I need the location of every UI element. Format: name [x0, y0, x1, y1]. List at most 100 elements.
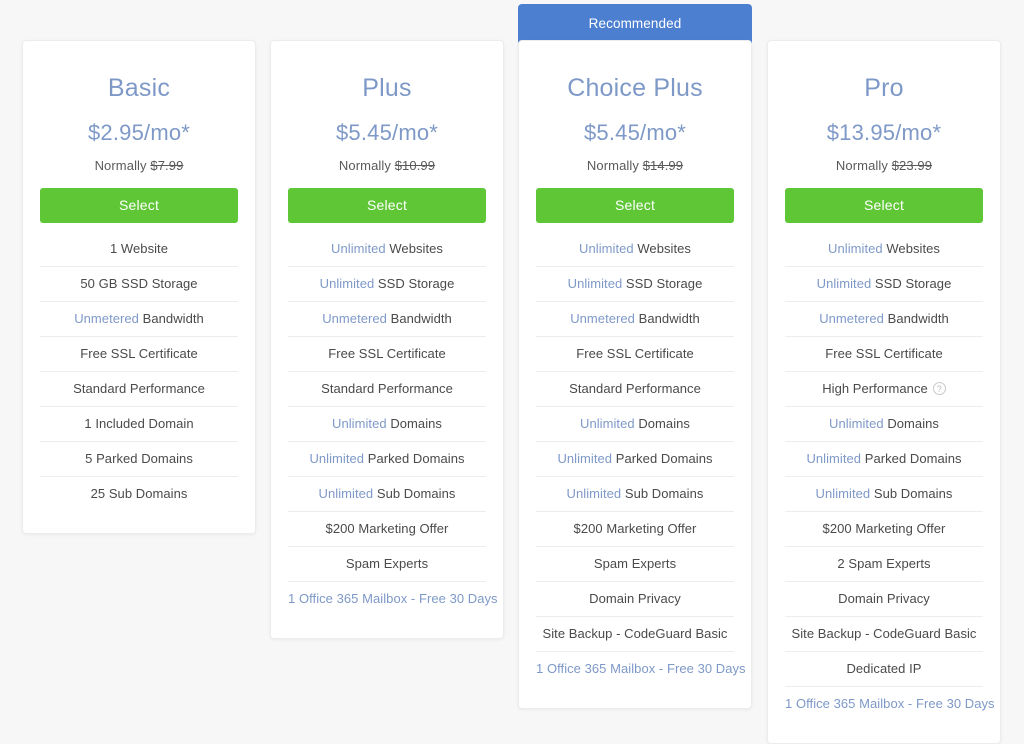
- feature-label: $200 Marketing Offer: [822, 520, 946, 536]
- feature-highlight: Unlimited: [806, 450, 862, 466]
- feature-item: Unlimited Websites: [288, 232, 486, 267]
- feature-highlight: Unlimited: [557, 450, 613, 466]
- feature-label: Bandwidth: [634, 310, 700, 326]
- feature-highlight: Unlimited: [331, 240, 386, 256]
- feature-highlight: Unlimited: [319, 275, 375, 291]
- pricing-card-basic[interactable]: Basic $2.95/mo* Normally $7.99 Select 1 …: [22, 40, 256, 534]
- feature-item-link[interactable]: 1 Office 365 Mailbox - Free 30 Days: [536, 652, 746, 686]
- feature-highlight: Unlimited: [566, 485, 622, 501]
- feature-item: High Performance?: [785, 372, 983, 407]
- plan-price: $5.45/mo*: [583, 119, 687, 145]
- plan-normally-price: Normally $7.99: [40, 146, 238, 173]
- feature-item: 5 Parked Domains: [40, 442, 238, 477]
- feature-label: Websites: [633, 240, 691, 256]
- feature-item-link[interactable]: 1 Office 365 Mailbox - Free 30 Days: [288, 582, 498, 616]
- feature-list: 1 Website 50 GB SSD Storage Unmetered Band…: [40, 223, 238, 511]
- feature-item: Free SSL Certificate: [40, 337, 238, 372]
- feature-label: Standard Performance: [321, 380, 453, 396]
- feature-label: 50 GB SSD Storage: [80, 275, 198, 291]
- feature-item: Unmetered Bandwidth: [288, 302, 486, 337]
- plan-name: Plus: [362, 74, 412, 102]
- normally-label: Normally: [338, 157, 391, 173]
- feature-label: 1 Office 365 Mailbox - Free 30 Days: [785, 695, 995, 711]
- feature-item: 2 Spam Experts: [785, 547, 983, 582]
- feature-item: Unmetered Bandwidth: [536, 302, 734, 337]
- feature-item: Unlimited Domains: [288, 407, 486, 442]
- feature-item: Dedicated IP: [785, 652, 983, 687]
- feature-highlight: Unlimited: [580, 415, 635, 431]
- feature-label: 5 Parked Domains: [85, 450, 193, 466]
- recommended-ribbon: Recommended: [518, 4, 752, 44]
- original-price: $10.99: [394, 157, 436, 173]
- feature-item: Free SSL Certificate: [536, 337, 734, 372]
- feature-label: Parked Domains: [612, 450, 713, 466]
- select-button[interactable]: Select: [40, 187, 238, 223]
- feature-label: Parked Domains: [861, 450, 962, 466]
- feature-item: Unlimited Parked Domains: [536, 442, 734, 477]
- feature-label: SSD Storage: [374, 275, 455, 291]
- pricing-plans-container: Recommended Basic $2.95/mo* Normally $7.…: [0, 0, 1024, 744]
- original-price: $14.99: [642, 157, 684, 173]
- original-price: $23.99: [891, 157, 933, 173]
- feature-highlight: Unmetered: [322, 310, 387, 326]
- feature-label: Dedicated IP: [846, 660, 922, 676]
- select-button[interactable]: Select: [288, 187, 486, 223]
- feature-highlight: Unlimited: [332, 415, 387, 431]
- feature-list: Unlimited Websites Unlimited SSD Storage U…: [536, 223, 746, 686]
- feature-item: Site Backup - CodeGuard Basic: [536, 617, 734, 652]
- feature-label: Standard Performance: [73, 380, 205, 396]
- feature-item: $200 Marketing Offer: [536, 512, 734, 547]
- feature-item: Free SSL Certificate: [785, 337, 983, 372]
- feature-label: $200 Marketing Offer: [325, 520, 449, 536]
- pricing-card-pro[interactable]: Pro $13.95/mo* Normally $23.99 Select Un…: [767, 40, 1001, 744]
- feature-label: 1 Included Domain: [84, 415, 194, 431]
- select-button[interactable]: Select: [785, 187, 983, 223]
- pricing-card-plus[interactable]: Plus $5.45/mo* Normally $10.99 Select Un…: [270, 40, 504, 639]
- feature-label: Free SSL Certificate: [825, 345, 943, 361]
- feature-label: Sub Domains: [373, 485, 456, 501]
- question-circle-icon[interactable]: ?: [932, 381, 946, 395]
- feature-label: Domain Privacy: [838, 590, 930, 606]
- feature-item: Site Backup - CodeGuard Basic: [785, 617, 983, 652]
- feature-item: Spam Experts: [536, 547, 734, 582]
- feature-label: Site Backup - CodeGuard Basic: [542, 625, 728, 641]
- feature-item: Spam Experts: [288, 547, 486, 582]
- feature-label: Free SSL Certificate: [328, 345, 446, 361]
- feature-label: Sub Domains: [870, 485, 953, 501]
- feature-highlight: Unlimited: [567, 275, 623, 291]
- feature-item: $200 Marketing Offer: [785, 512, 983, 547]
- feature-item: Unlimited Parked Domains: [288, 442, 486, 477]
- select-button[interactable]: Select: [536, 187, 734, 223]
- feature-highlight: Unmetered: [819, 310, 884, 326]
- feature-item: 25 Sub Domains: [40, 477, 238, 511]
- feature-item: Domain Privacy: [785, 582, 983, 617]
- feature-label: SSD Storage: [871, 275, 952, 291]
- feature-label: Free SSL Certificate: [576, 345, 694, 361]
- plan-normally-price: Normally $10.99: [288, 146, 486, 173]
- plan-name: Pro: [864, 74, 904, 102]
- feature-item: 1 Included Domain: [40, 407, 238, 442]
- feature-label: Site Backup - CodeGuard Basic: [791, 625, 977, 641]
- feature-highlight: Unmetered: [570, 310, 635, 326]
- plan-price: $5.45/mo*: [335, 119, 439, 145]
- feature-item: Unlimited Domains: [536, 407, 734, 442]
- feature-label: $200 Marketing Offer: [573, 520, 697, 536]
- feature-item: Unlimited Websites: [536, 232, 734, 267]
- feature-item: Standard Performance: [536, 372, 734, 407]
- feature-highlight: Unlimited: [318, 485, 374, 501]
- feature-item: Free SSL Certificate: [288, 337, 486, 372]
- feature-item: Unlimited Sub Domains: [785, 477, 983, 512]
- feature-highlight: Unlimited: [579, 240, 634, 256]
- feature-item-link[interactable]: 1 Office 365 Mailbox - Free 30 Days: [785, 687, 995, 721]
- feature-label: Free SSL Certificate: [80, 345, 198, 361]
- feature-label: Domains: [386, 415, 442, 431]
- feature-highlight: Unlimited: [815, 485, 871, 501]
- pricing-card-choice-plus[interactable]: Choice Plus $5.45/mo* Normally $14.99 Se…: [518, 40, 752, 709]
- plan-price: $13.95/mo*: [826, 119, 942, 145]
- feature-label: 1 Office 365 Mailbox - Free 30 Days: [288, 590, 498, 606]
- feature-item: Standard Performance: [288, 372, 486, 407]
- feature-highlight: Unmetered: [74, 310, 139, 326]
- feature-item: Unlimited Parked Domains: [785, 442, 983, 477]
- feature-label: Domain Privacy: [589, 590, 681, 606]
- feature-label: Websites: [385, 240, 443, 256]
